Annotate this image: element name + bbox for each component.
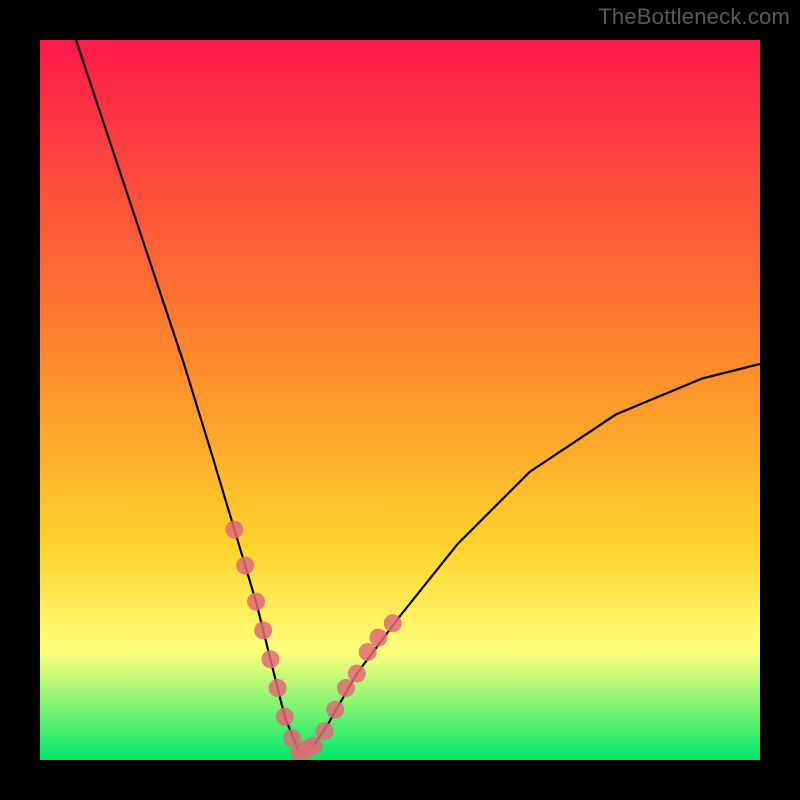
highlight-dot (269, 679, 287, 697)
highlight-dot (261, 650, 279, 668)
highlight-dot (348, 665, 366, 683)
highlight-dot (315, 722, 333, 740)
highlight-dot (254, 621, 272, 639)
highlight-dot (326, 701, 344, 719)
highlight-dot (276, 708, 294, 726)
highlight-dot (369, 629, 387, 647)
highlight-dot (225, 521, 243, 539)
highlight-dot (305, 737, 323, 755)
highlight-dot (384, 614, 402, 632)
watermark-text: TheBottleneck.com (598, 4, 790, 30)
highlight-dot (337, 679, 355, 697)
highlight-dot (247, 593, 265, 611)
highlight-dot (236, 557, 254, 575)
bottleneck-chart (40, 40, 760, 760)
chart-frame: { "watermark": "TheBottleneck.com", "col… (0, 0, 800, 800)
highlight-dot (359, 643, 377, 661)
